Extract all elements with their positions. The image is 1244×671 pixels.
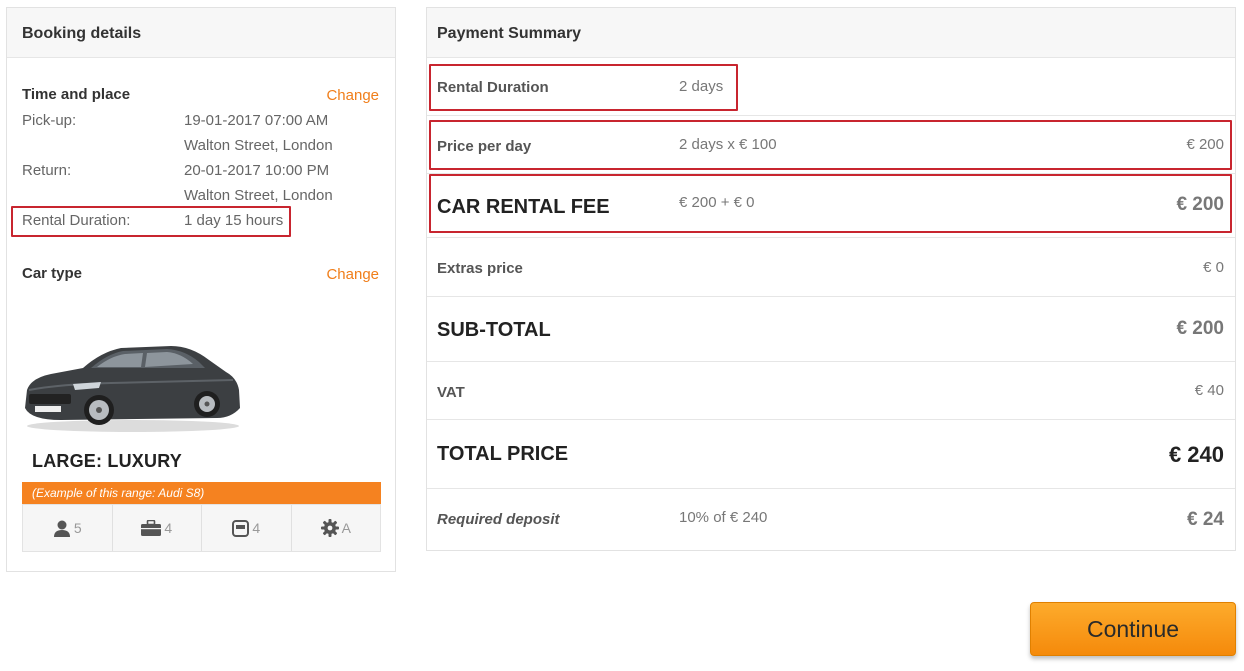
price-per-day-row: Price per day 2 days x € 100 € 200 — [427, 116, 1235, 174]
deposit-detail: 10% of € 240 — [679, 509, 768, 526]
price-per-day-highlight — [429, 120, 1232, 170]
continue-button[interactable]: Continue — [1030, 602, 1236, 656]
rental-duration-value: 1 day 15 hours — [184, 212, 284, 229]
rental-duration-label: Rental Duration: — [22, 212, 131, 229]
extras-row: Extras price € 0 — [427, 238, 1235, 297]
rental-duration-row-label: Rental Duration — [437, 79, 549, 96]
rental-duration-row-detail: 2 days — [679, 78, 724, 95]
car-rental-fee-label: CAR RENTAL FEE — [437, 196, 610, 218]
pickup-location: Walton Street, London — [184, 137, 333, 154]
booking-details-title: Booking details — [7, 8, 395, 58]
extras-label: Extras price — [437, 260, 523, 277]
total-price-amount: € 240 — [1168, 442, 1224, 467]
return-datetime: 20-01-2017 10:00 PM — [184, 162, 330, 179]
deposit-amount: € 24 — [1187, 509, 1224, 530]
gear-icon — [320, 519, 339, 537]
price-per-day-detail: 2 days x € 100 — [679, 136, 777, 153]
deposit-label: Required deposit — [437, 511, 560, 528]
car-image — [25, 346, 240, 432]
subtotal-row: SUB-TOTAL € 200 — [427, 297, 1235, 362]
luggage-count: 4 — [164, 520, 173, 536]
person-icon — [53, 520, 70, 537]
vat-row: VAT € 40 — [427, 362, 1235, 420]
payment-summary-title: Payment Summary — [427, 8, 1235, 58]
return-location: Walton Street, London — [184, 187, 333, 204]
pickup-label: Pick-up: — [22, 112, 77, 129]
pickup-datetime: 19-01-2017 07:00 AM — [184, 112, 329, 129]
booking-details-panel: Booking details Time and place Change Pi… — [6, 7, 396, 572]
transmission-feature: A — [292, 505, 381, 551]
car-rental-fee-amount: € 200 — [1176, 194, 1224, 215]
doors-feature: 4 — [202, 505, 292, 551]
total-price-row: TOTAL PRICE € 240 — [427, 420, 1235, 489]
vat-amount: € 40 — [1194, 382, 1224, 399]
extras-amount: € 0 — [1203, 259, 1224, 276]
price-per-day-amount: € 200 — [1186, 136, 1224, 153]
payment-summary-panel: Payment Summary Rental Duration 2 days P… — [426, 7, 1236, 551]
change-time-place-link[interactable]: Change — [326, 87, 379, 104]
total-price-label: TOTAL PRICE — [437, 443, 569, 465]
deposit-row: Required deposit 10% of € 240 € 24 — [427, 489, 1235, 550]
car-example-banner: (Example of this range: Audi S8) — [22, 482, 381, 504]
subtotal-label: SUB-TOTAL — [437, 319, 551, 341]
car-rental-fee-row: CAR RENTAL FEE € 200 + € 0 € 200 — [427, 174, 1235, 238]
car-rental-fee-detail: € 200 + € 0 — [679, 194, 755, 211]
transmission-type: A — [341, 520, 351, 536]
change-car-type-link[interactable]: Change — [326, 266, 379, 283]
car-category-name: LARGE: LUXURY — [32, 451, 182, 471]
car-features: 5 4 4 A — [22, 504, 381, 552]
suitcase-icon — [141, 520, 162, 536]
passengers-feature: 5 — [23, 505, 113, 551]
subtotal-amount: € 200 — [1176, 318, 1224, 339]
price-per-day-label: Price per day — [437, 138, 532, 155]
luggage-feature: 4 — [113, 505, 202, 551]
vat-label: VAT — [437, 384, 465, 401]
passengers-count: 5 — [73, 520, 82, 536]
return-label: Return: — [22, 162, 72, 179]
door-icon — [232, 519, 250, 537]
time-place-heading: Time and place — [22, 86, 131, 103]
doors-count: 4 — [252, 520, 261, 536]
car-type-heading: Car type — [22, 265, 83, 282]
rental-duration-row: Rental Duration 2 days — [427, 58, 1235, 116]
